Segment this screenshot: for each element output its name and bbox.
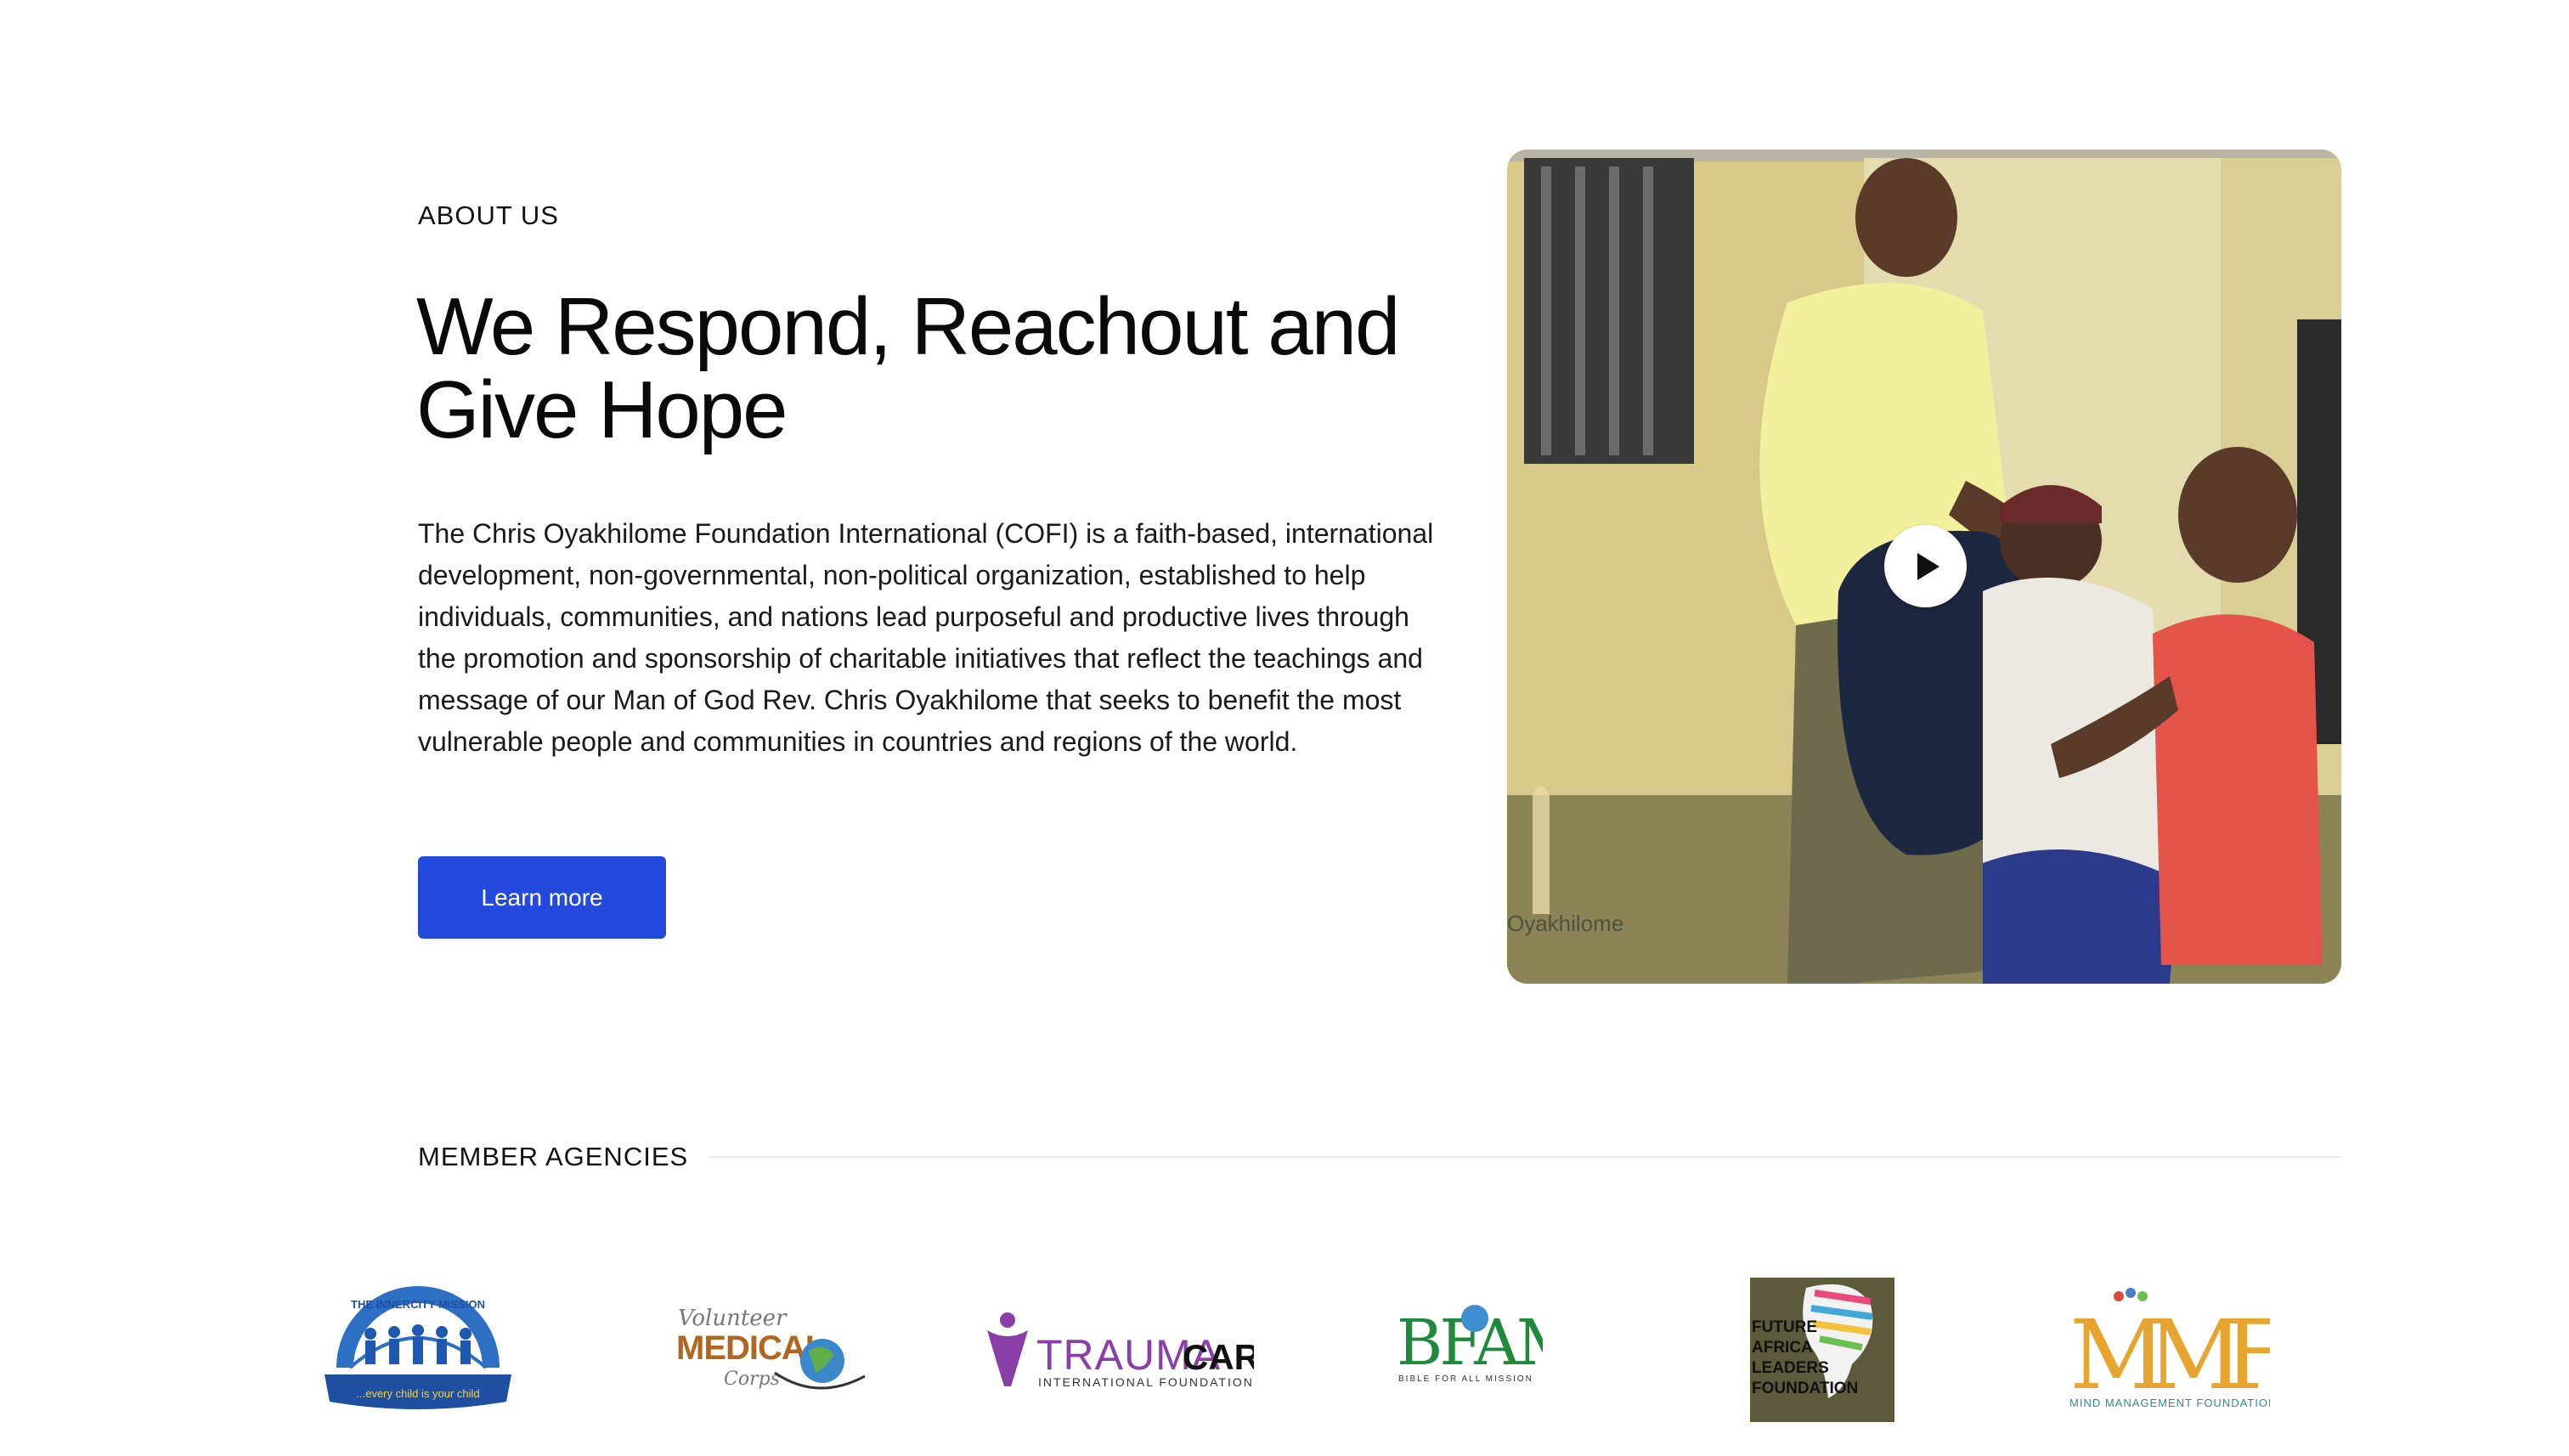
play-icon [1917, 552, 1939, 580]
logo-bible-for-all-mission[interactable]: BFAM BIBLE FOR ALL MISSION [1393, 1274, 1543, 1393]
svg-text:...every child is your child: ...every child is your child [356, 1387, 479, 1400]
svg-text:THE INNERCITY MISSION: THE INNERCITY MISSION [351, 1298, 485, 1311]
svg-text:CARE: CARE [1183, 1337, 1254, 1377]
svg-text:Corps: Corps [724, 1369, 780, 1390]
page-title: We Respond, Reachout and Give Hope [416, 281, 1400, 455]
svg-text:INTERNATIONAL FOUNDATION: INTERNATIONAL FOUNDATION [1038, 1375, 1254, 1389]
svg-text:MIND MANAGEMENT FOUNDATION: MIND MANAGEMENT FOUNDATION [2069, 1397, 2270, 1409]
learn-more-button[interactable]: Learn more [418, 856, 666, 939]
svg-text:Volunteer: Volunteer [678, 1306, 788, 1331]
logo-mind-management-foundation[interactable]: MMF MIND MANAGEMENT FOUNDATION [2066, 1283, 2270, 1410]
member-agencies-heading: MEMBER AGENCIES [418, 1142, 689, 1171]
svg-text:FOUNDATION: FOUNDATION [1752, 1380, 1858, 1397]
svg-text:LEADERS: LEADERS [1752, 1359, 1829, 1377]
about-description: The Chris Oyakhilome Foundation Internat… [418, 518, 1434, 757]
svg-text:BIBLE FOR ALL MISSION: BIBLE FOR ALL MISSION [1398, 1374, 1533, 1384]
logo-future-africa-leaders[interactable]: FUTURE AFRICA LEADERS FOUNDATION [1743, 1271, 1898, 1427]
logo-volunteer-medical-corps[interactable]: Volunteer MEDICAL Corps [673, 1291, 870, 1402]
section-divider [709, 1156, 2341, 1158]
section-eyebrow: ABOUT US [418, 200, 559, 230]
logo-innercity-mission[interactable]: ...every child is your child THE INNERCI… [319, 1274, 517, 1419]
about-section: ABOUT US We Respond, Reachout and Give H… [0, 0, 2569, 1019]
svg-text:AFRICA: AFRICA [1752, 1339, 1813, 1357]
svg-text:MMF: MMF [2069, 1301, 2270, 1410]
video-watermark: Oyakhilome [1507, 911, 1623, 936]
play-button[interactable] [1884, 525, 1967, 607]
logo-trauma-care[interactable]: TRAUMA CARE INTERNATIONAL FOUNDATION [982, 1308, 1254, 1393]
svg-text:FUTURE: FUTURE [1752, 1318, 1817, 1336]
